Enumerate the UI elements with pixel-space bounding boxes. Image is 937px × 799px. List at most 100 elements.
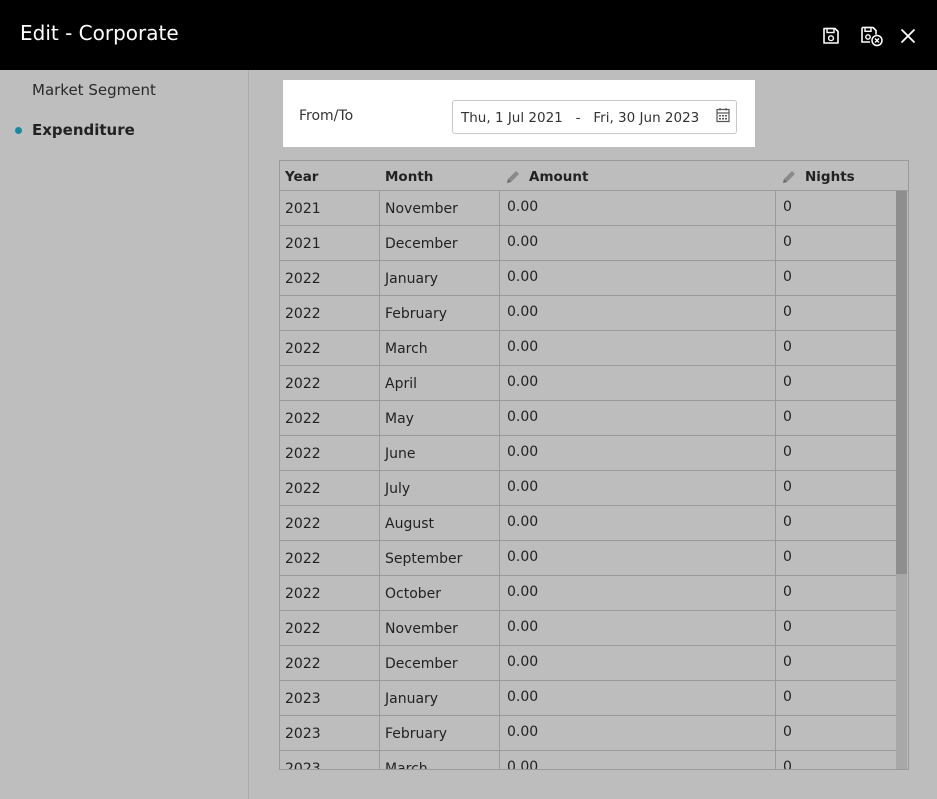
year-cell: 2021 xyxy=(280,191,380,226)
month-cell: December xyxy=(380,226,500,261)
year-cell: 2023 xyxy=(280,751,380,769)
month-cell: June xyxy=(380,436,500,471)
amount-cell[interactable]: 0.00 xyxy=(500,366,776,401)
scrollbar-thumb[interactable] xyxy=(896,191,907,574)
sidebar-item-expenditure[interactable]: Expenditure xyxy=(32,121,135,139)
year-cell: 2021 xyxy=(280,226,380,261)
column-header-month[interactable]: Month xyxy=(385,169,433,185)
nights-cell[interactable]: 0 xyxy=(776,576,897,611)
expenditure-table: Year Month Amount Nights 2021 November 0.0… xyxy=(279,160,909,770)
amount-cell[interactable]: 0.00 xyxy=(500,611,776,646)
nights-cell[interactable]: 0 xyxy=(776,191,897,226)
table-row: 2022 April 0.00 0 xyxy=(280,366,897,401)
amount-cell[interactable]: 0.00 xyxy=(500,506,776,541)
amount-cell[interactable]: 0.00 xyxy=(500,331,776,366)
table-row: 2023 March 0.00 0 xyxy=(280,751,897,769)
pencil-icon xyxy=(507,171,519,183)
amount-cell[interactable]: 0.00 xyxy=(500,471,776,506)
month-cell: October xyxy=(380,576,500,611)
table-row: 2023 January 0.00 0 xyxy=(280,681,897,716)
table-row: 2022 October 0.00 0 xyxy=(280,576,897,611)
save-and-close-button[interactable] xyxy=(860,24,884,48)
year-cell: 2022 xyxy=(280,576,380,611)
amount-cell[interactable]: 0.00 xyxy=(500,541,776,576)
nights-cell[interactable]: 0 xyxy=(776,366,897,401)
amount-cell[interactable]: 0.00 xyxy=(500,646,776,681)
nights-cell[interactable]: 0 xyxy=(776,716,897,751)
close-button[interactable] xyxy=(896,24,920,48)
table-row: 2022 June 0.00 0 xyxy=(280,436,897,471)
nights-cell[interactable]: 0 xyxy=(776,401,897,436)
date-range-input[interactable]: Thu, 1 Jul 2021 - Fri, 30 Jun 2023 xyxy=(452,100,737,134)
table-row: 2022 November 0.00 0 xyxy=(280,611,897,646)
table-row: 2022 March 0.00 0 xyxy=(280,331,897,366)
table-row: 2022 July 0.00 0 xyxy=(280,471,897,506)
table-row: 2022 February 0.00 0 xyxy=(280,296,897,331)
date-range-value: Thu, 1 Jul 2021 - Fri, 30 Jun 2023 xyxy=(461,110,699,126)
year-cell: 2022 xyxy=(280,541,380,576)
year-cell: 2022 xyxy=(280,401,380,436)
dialog-title: Edit - Corporate xyxy=(20,21,179,45)
nights-cell[interactable]: 0 xyxy=(776,541,897,576)
date-range-label: From/To xyxy=(299,108,354,124)
pencil-icon xyxy=(783,171,795,183)
month-cell: January xyxy=(380,261,500,296)
amount-cell[interactable]: 0.00 xyxy=(500,576,776,611)
month-cell: September xyxy=(380,541,500,576)
month-cell: December xyxy=(380,646,500,681)
nights-cell[interactable]: 0 xyxy=(776,261,897,296)
year-cell: 2022 xyxy=(280,471,380,506)
nights-cell[interactable]: 0 xyxy=(776,646,897,681)
nights-cell[interactable]: 0 xyxy=(776,331,897,366)
date-range-panel: From/To Thu, 1 Jul 2021 - Fri, 30 Jun 20… xyxy=(283,80,755,147)
month-cell: March xyxy=(380,331,500,366)
month-cell: March xyxy=(380,751,500,769)
nights-cell[interactable]: 0 xyxy=(776,681,897,716)
column-header-year[interactable]: Year xyxy=(285,169,318,185)
amount-cell[interactable]: 0.00 xyxy=(500,191,776,226)
month-cell: August xyxy=(380,506,500,541)
month-cell: January xyxy=(380,681,500,716)
amount-cell[interactable]: 0.00 xyxy=(500,261,776,296)
nights-cell[interactable]: 0 xyxy=(776,611,897,646)
month-cell: February xyxy=(380,716,500,751)
nights-cell[interactable]: 0 xyxy=(776,436,897,471)
amount-cell[interactable]: 0.00 xyxy=(500,751,776,769)
save-close-icon xyxy=(861,26,883,47)
save-button[interactable] xyxy=(819,24,843,48)
save-icon xyxy=(823,27,839,44)
year-cell: 2023 xyxy=(280,716,380,751)
amount-cell[interactable]: 0.00 xyxy=(500,401,776,436)
table-body: 2021 November 0.00 0 2021 December 0.00 0 2022 Ja… xyxy=(280,191,897,769)
nights-cell[interactable]: 0 xyxy=(776,506,897,541)
column-header-amount[interactable]: Amount xyxy=(529,169,588,185)
dialog-header: Edit - Corporate xyxy=(0,0,937,70)
table-header: Year Month Amount Nights xyxy=(280,161,908,191)
nights-cell[interactable]: 0 xyxy=(776,296,897,331)
amount-cell[interactable]: 0.00 xyxy=(500,436,776,471)
table-row: 2021 December 0.00 0 xyxy=(280,226,897,261)
vertical-scrollbar[interactable] xyxy=(896,191,907,769)
year-cell: 2022 xyxy=(280,506,380,541)
calendar-icon[interactable] xyxy=(716,107,730,123)
table-row: 2022 August 0.00 0 xyxy=(280,506,897,541)
amount-cell[interactable]: 0.00 xyxy=(500,296,776,331)
date-to: Fri, 30 Jun 2023 xyxy=(593,110,700,126)
year-cell: 2022 xyxy=(280,646,380,681)
amount-cell[interactable]: 0.00 xyxy=(500,226,776,261)
sidebar-item-market-segment[interactable]: Market Segment xyxy=(32,81,156,99)
month-cell: November xyxy=(380,191,500,226)
column-header-nights[interactable]: Nights xyxy=(805,169,855,185)
table-row: 2022 September 0.00 0 xyxy=(280,541,897,576)
nights-cell[interactable]: 0 xyxy=(776,751,897,769)
date-from: Thu, 1 Jul 2021 xyxy=(461,110,563,126)
nights-cell[interactable]: 0 xyxy=(776,226,897,261)
month-cell: July xyxy=(380,471,500,506)
active-indicator-dot xyxy=(15,127,22,134)
table-row: 2022 May 0.00 0 xyxy=(280,401,897,436)
nights-cell[interactable]: 0 xyxy=(776,471,897,506)
amount-cell[interactable]: 0.00 xyxy=(500,681,776,716)
year-cell: 2023 xyxy=(280,681,380,716)
year-cell: 2022 xyxy=(280,331,380,366)
amount-cell[interactable]: 0.00 xyxy=(500,716,776,751)
